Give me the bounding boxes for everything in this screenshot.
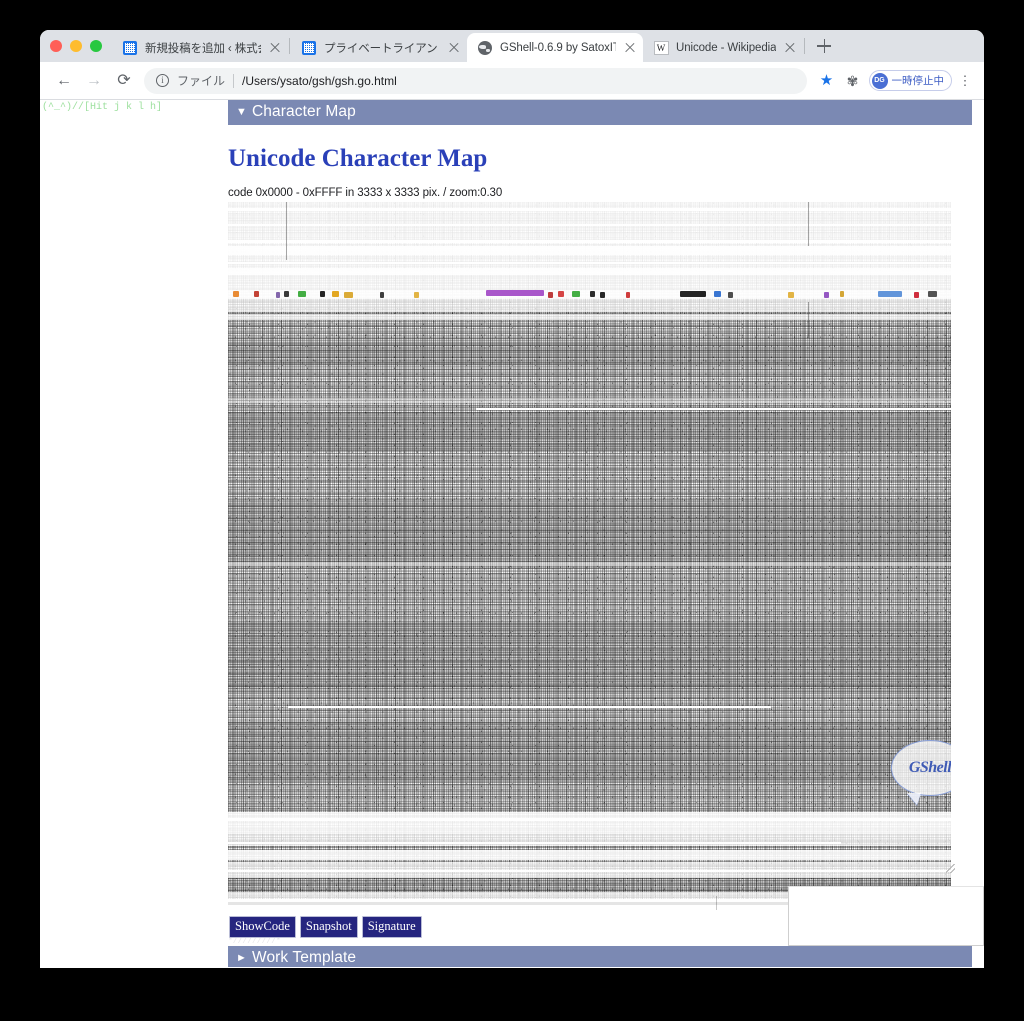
its-icon (301, 40, 317, 56)
bookmark-star-icon[interactable]: ★ (815, 73, 839, 88)
url-text: /Users/ysato/gsh/gsh.go.html (242, 74, 397, 88)
close-window-button[interactable] (50, 40, 62, 52)
browser-tab-4[interactable]: W Unicode - Wikipedia (643, 33, 803, 62)
page-viewport: (^_^)//[Hit j k l h] ▼ Character Map Unic… (40, 100, 984, 967)
section-header-character-map[interactable]: ▼ Character Map (228, 100, 972, 125)
close-icon[interactable] (268, 41, 282, 55)
browser-tab-1[interactable]: 新規投稿を追加 ‹ 株式会社 ITS m (112, 33, 288, 62)
forward-button[interactable]: → (80, 67, 108, 95)
code-range-label: code 0x0000 - 0xFFFF in 3333 x 3333 pix.… (228, 187, 972, 199)
window-traffic-lights (48, 30, 112, 62)
its-icon (122, 40, 138, 56)
section-label: Work Template (252, 949, 356, 966)
new-tab-button[interactable] (810, 32, 838, 60)
site-info-icon[interactable]: i (156, 74, 169, 87)
close-icon[interactable] (783, 41, 797, 55)
resize-handle[interactable] (946, 864, 955, 873)
section-label: Character Map (252, 103, 356, 120)
extension-status-badge[interactable]: DG 一時停止中 (869, 70, 953, 91)
tab-divider (804, 38, 805, 54)
omnibox-divider (233, 74, 234, 88)
signature-button[interactable]: Signature (362, 916, 422, 938)
tab-strip: 新規投稿を追加 ‹ 株式会社 ITS m プライベートライアン – 株式会社 G… (40, 30, 984, 62)
browser-menu-icon[interactable]: ⋮ (954, 74, 976, 87)
page-title: Unicode Character Map (228, 145, 972, 173)
maximize-window-button[interactable] (90, 40, 102, 52)
close-icon[interactable] (623, 41, 637, 55)
chevron-right-icon: ► (236, 952, 247, 964)
minimize-window-button[interactable] (70, 40, 82, 52)
tab-title: GShell-0.6.9 by SatoxITS (500, 42, 616, 54)
extension-status-label: 一時停止中 (892, 73, 945, 88)
snapshot-textarea[interactable] (788, 886, 984, 946)
close-icon[interactable] (447, 41, 461, 55)
browser-tab-2[interactable]: プライベートライアン – 株式会社 (291, 33, 467, 62)
browser-toolbar: ← → ⟳ i ファイル /Users/ysato/gsh/gsh.go.htm… (40, 62, 984, 100)
tab-title: プライベートライアン – 株式会社 (324, 40, 440, 56)
reload-button[interactable]: ⟳ (110, 67, 138, 95)
tab-divider (289, 38, 290, 54)
page-content-column: ▼ Character Map Unicode Character Map cod… (228, 100, 972, 967)
dg-icon: DG (872, 73, 888, 89)
file-scheme-label: ファイル (177, 72, 225, 89)
wikipedia-icon: W (653, 40, 669, 56)
tab-title: Unicode - Wikipedia (676, 42, 776, 54)
snapshot-button[interactable]: Snapshot (300, 916, 358, 938)
browser-tab-3-active[interactable]: GShell-0.6.9 by SatoxITS (467, 33, 643, 62)
globe-icon (477, 40, 493, 56)
section-header-work-template[interactable]: ► Work Template (228, 946, 972, 968)
tab-title: 新規投稿を追加 ‹ 株式会社 ITS m (145, 40, 261, 56)
extensions-puzzle-icon[interactable]: ✾ (841, 74, 865, 88)
browser-window: 新規投稿を追加 ‹ 株式会社 ITS m プライベートライアン – 株式会社 G… (40, 30, 984, 968)
keyboard-hint-text: (^_^)//[Hit j k l h] (42, 102, 162, 113)
address-bar[interactable]: i ファイル /Users/ysato/gsh/gsh.go.html (144, 68, 807, 94)
showcode-button[interactable]: ShowCode (229, 916, 296, 938)
chevron-down-icon: ▼ (236, 106, 247, 118)
unicode-character-map-canvas[interactable]: GShell (228, 202, 951, 910)
back-button[interactable]: ← (50, 67, 78, 95)
